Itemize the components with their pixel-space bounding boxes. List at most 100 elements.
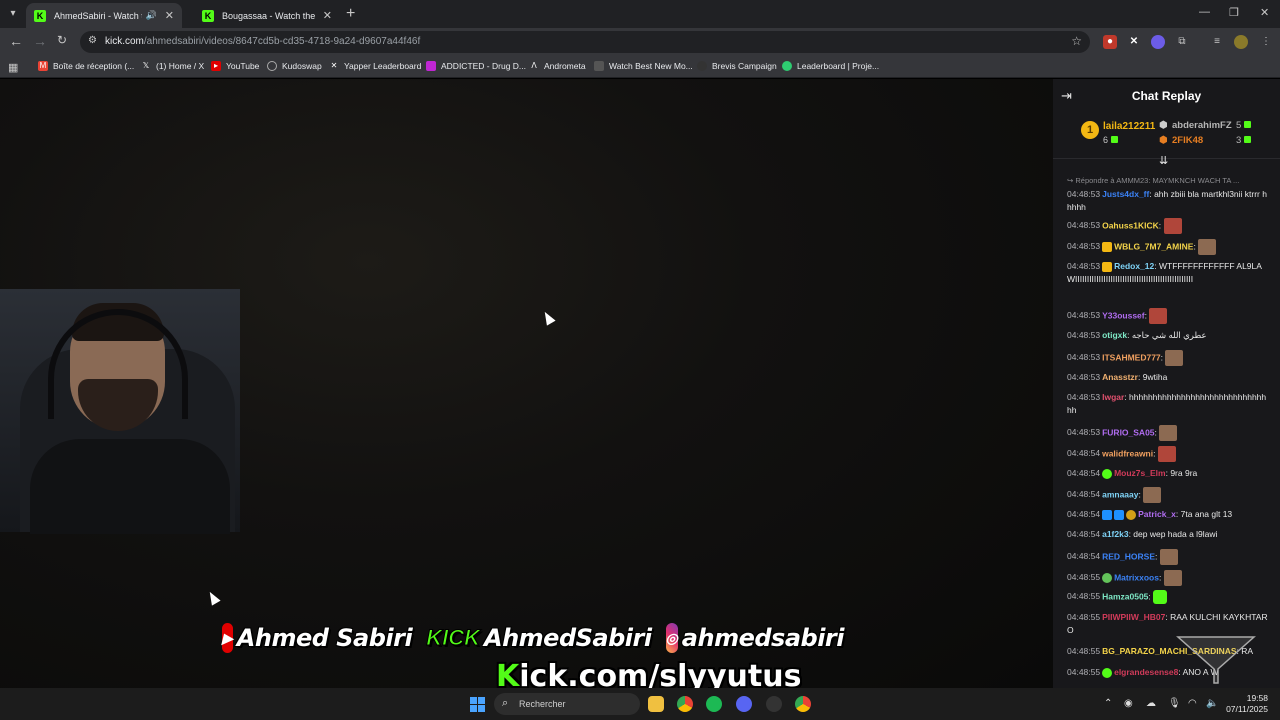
leader-3-name[interactable]: 2FIK48 <box>1172 135 1203 146</box>
chat-emote-icon <box>1159 425 1178 441</box>
extension-fox-icon[interactable]: ● <box>1103 35 1117 49</box>
user-badge-icon <box>1102 468 1113 479</box>
tab-inactive[interactable]: K Bougassaa - Watch the VOD on ✕ <box>194 3 340 28</box>
new-tab-button[interactable]: + <box>346 5 355 23</box>
bookmarks-bar: ▦ M Boîte de réception (... 𝕏 (1) Home / X… <box>0 56 1280 78</box>
message-username[interactable]: Anasstzr <box>1102 372 1138 382</box>
bookmark-kudoswap[interactable]: Kudoswap <box>267 61 322 71</box>
chrome-active-icon[interactable] <box>795 696 811 712</box>
message-username[interactable]: Justs4dx_ff <box>1102 189 1149 199</box>
message-username[interactable]: walidfreawni <box>1102 448 1153 458</box>
chat-message: 04:48:53 Anasstzr: 9wtiha <box>1067 372 1168 382</box>
chat-message: 04:48:53 Justs4dx_ff: ahh zbiii bla martk… <box>1067 189 1267 212</box>
reload-icon[interactable]: ↻ <box>57 33 67 47</box>
message-username[interactable]: lwgar <box>1102 392 1124 402</box>
chat-message: 04:48:53 Oahuss1KICK: <box>1067 218 1269 234</box>
message-username[interactable]: RED_HORSE <box>1102 551 1155 561</box>
bookmark-youtube[interactable]: ▸ YouTube <box>211 61 259 71</box>
url-text[interactable]: kick.com/ahmedsabiri/videos/8647cd5b-cd3… <box>105 36 420 47</box>
tab-strip: ▾ K AhmedSabiri - Watch the V 🔊 ✕ K Boug… <box>0 0 1280 28</box>
bookmark-x[interactable]: 𝕏 (1) Home / X <box>141 61 204 71</box>
message-username[interactable]: PIIWPIIW_HB07 <box>1102 612 1165 622</box>
close-window-icon[interactable]: ✕ <box>1260 6 1269 19</box>
wifi-icon[interactable]: ◠ <box>1188 698 1197 709</box>
extension-x-icon[interactable]: ✕ <box>1127 35 1141 49</box>
leader-1-count: 6 <box>1103 135 1119 145</box>
leader-1-name[interactable]: laila212211 <box>1103 121 1155 132</box>
scroll-to-bottom-icon[interactable]: ⇊ <box>1159 154 1168 167</box>
discord-icon[interactable] <box>736 696 752 712</box>
site-info-icon[interactable]: ⚙ <box>88 35 97 46</box>
message-username[interactable]: WBLG_7M7_AMINE <box>1114 241 1193 251</box>
taskbar-search[interactable]: ⌕ Rechercher <box>494 693 640 715</box>
bookmark-brevis[interactable]: Brevis Campaign <box>697 61 777 71</box>
message-username[interactable]: Y33oussef <box>1102 310 1145 320</box>
leader-2-name[interactable]: abderahimFZ <box>1172 120 1232 131</box>
chat-message: 04:48:53 Y33oussef: <box>1067 308 1269 324</box>
message-username[interactable]: ITSAHMED777 <box>1102 352 1161 362</box>
menu-kebab-icon[interactable]: ⋮ <box>1259 35 1273 49</box>
message-username[interactable]: FURIO_SA05 <box>1102 427 1154 437</box>
tab-active[interactable]: K AhmedSabiri - Watch the V 🔊 ✕ <box>26 3 182 28</box>
chat-message: 04:48:53 WBLG_7M7_AMINE: <box>1067 239 1269 255</box>
profile-avatar[interactable] <box>1234 35 1248 49</box>
instagram-handle: ahmedsabiri <box>681 624 845 652</box>
reading-list-icon[interactable]: ≡ <box>1210 35 1224 49</box>
chat-emote-icon <box>1165 350 1184 366</box>
extension-purple-icon[interactable] <box>1151 35 1165 49</box>
message-username[interactable]: a1f2k3 <box>1102 529 1128 539</box>
spotify-icon[interactable] <box>706 696 722 712</box>
windows-start-icon[interactable] <box>470 697 485 712</box>
bookmark-addicted[interactable]: ADDICTED - Drug D... <box>426 61 526 71</box>
bookmark-andrometa[interactable]: Λ Andrometa <box>529 61 585 71</box>
file-explorer-icon[interactable] <box>648 696 664 712</box>
bookmark-star-icon[interactable]: ☆ <box>1071 34 1082 48</box>
tab-title: AhmedSabiri - Watch the V <box>54 10 142 21</box>
bookmark-yapper[interactable]: ✕ Yapper Leaderboard <box>329 61 422 71</box>
volume-icon[interactable]: 🔈 <box>1206 698 1218 709</box>
address-bar[interactable]: ⚙ kick.com/ahmedsabiri/videos/8647cd5b-c… <box>80 31 1090 53</box>
extensions-puzzle-icon[interactable]: ⧉ <box>1175 35 1189 49</box>
forward-icon[interactable]: → <box>33 33 47 49</box>
chat-messages[interactable]: ↪ Répondre à AMMM23: MAYMKNCH WACH TA ..… <box>1053 172 1280 688</box>
tray-chevron-icon[interactable]: ⌃ <box>1104 698 1112 709</box>
message-timestamp: 04:48:53 <box>1067 392 1101 402</box>
tray-network-icon[interactable]: ☁ <box>1146 698 1156 709</box>
message-timestamp: 04:48:55 <box>1067 646 1101 656</box>
message-username[interactable]: Matrixxoos <box>1114 572 1159 582</box>
message-username[interactable]: Patrick_x <box>1138 509 1176 519</box>
clock-date: 07/11/2025 <box>1226 704 1268 714</box>
tray-app-icon[interactable]: ◉ <box>1124 698 1133 709</box>
app-icon[interactable] <box>766 696 782 712</box>
message-username[interactable]: Oahuss1KICK <box>1102 220 1159 230</box>
tab-search-icon[interactable]: ▾ <box>5 6 21 22</box>
restore-icon[interactable]: ❐ <box>1229 6 1239 19</box>
bookmark-watch-movies[interactable]: Watch Best New Mo... <box>594 61 693 71</box>
message-username[interactable]: elgrandesense8 <box>1114 667 1178 677</box>
message-timestamp: 04:48:53 <box>1067 352 1101 363</box>
chat-title: Chat Replay <box>1131 89 1202 103</box>
speaker-icon[interactable]: 🔊 <box>146 10 157 21</box>
close-tab-icon[interactable]: ✕ <box>323 9 332 22</box>
close-tab-icon[interactable]: ✕ <box>165 9 174 22</box>
system-clock[interactable]: 19:58 07/11/2025 <box>1226 693 1268 715</box>
message-username[interactable]: otigxk <box>1102 330 1127 340</box>
message-username[interactable]: amnaaay <box>1102 489 1138 499</box>
message-timestamp: 04:48:53 <box>1067 220 1101 231</box>
back-icon[interactable]: ← <box>9 33 23 49</box>
bookmark-gmail[interactable]: M Boîte de réception (... <box>38 61 134 71</box>
addicted-icon <box>426 61 436 71</box>
movie-icon <box>594 61 604 71</box>
kudoswap-icon <box>267 61 277 71</box>
kick-url-overlay: Kick.com/slyyutus <box>496 659 802 688</box>
apps-grid-icon[interactable]: ▦ <box>8 61 18 74</box>
tray-mic-icon[interactable]: 🎙 <box>1168 698 1181 709</box>
message-username[interactable]: Redox_12 <box>1114 261 1154 271</box>
message-username[interactable]: Mouz7s_Elm <box>1114 468 1166 478</box>
message-username[interactable]: Hamza0505 <box>1102 591 1148 601</box>
chat-message: 04:48:53 ITSAHMED777: <box>1067 350 1269 366</box>
video-player[interactable]: ▶ Ahmed Sabiri KICK AhmedSabiri ◎ ahmeds… <box>0 79 1053 688</box>
minimize-icon[interactable]: — <box>1199 6 1210 18</box>
chrome-icon[interactable] <box>677 696 693 712</box>
bookmark-leaderboard[interactable]: Leaderboard | Proje... <box>782 61 879 71</box>
